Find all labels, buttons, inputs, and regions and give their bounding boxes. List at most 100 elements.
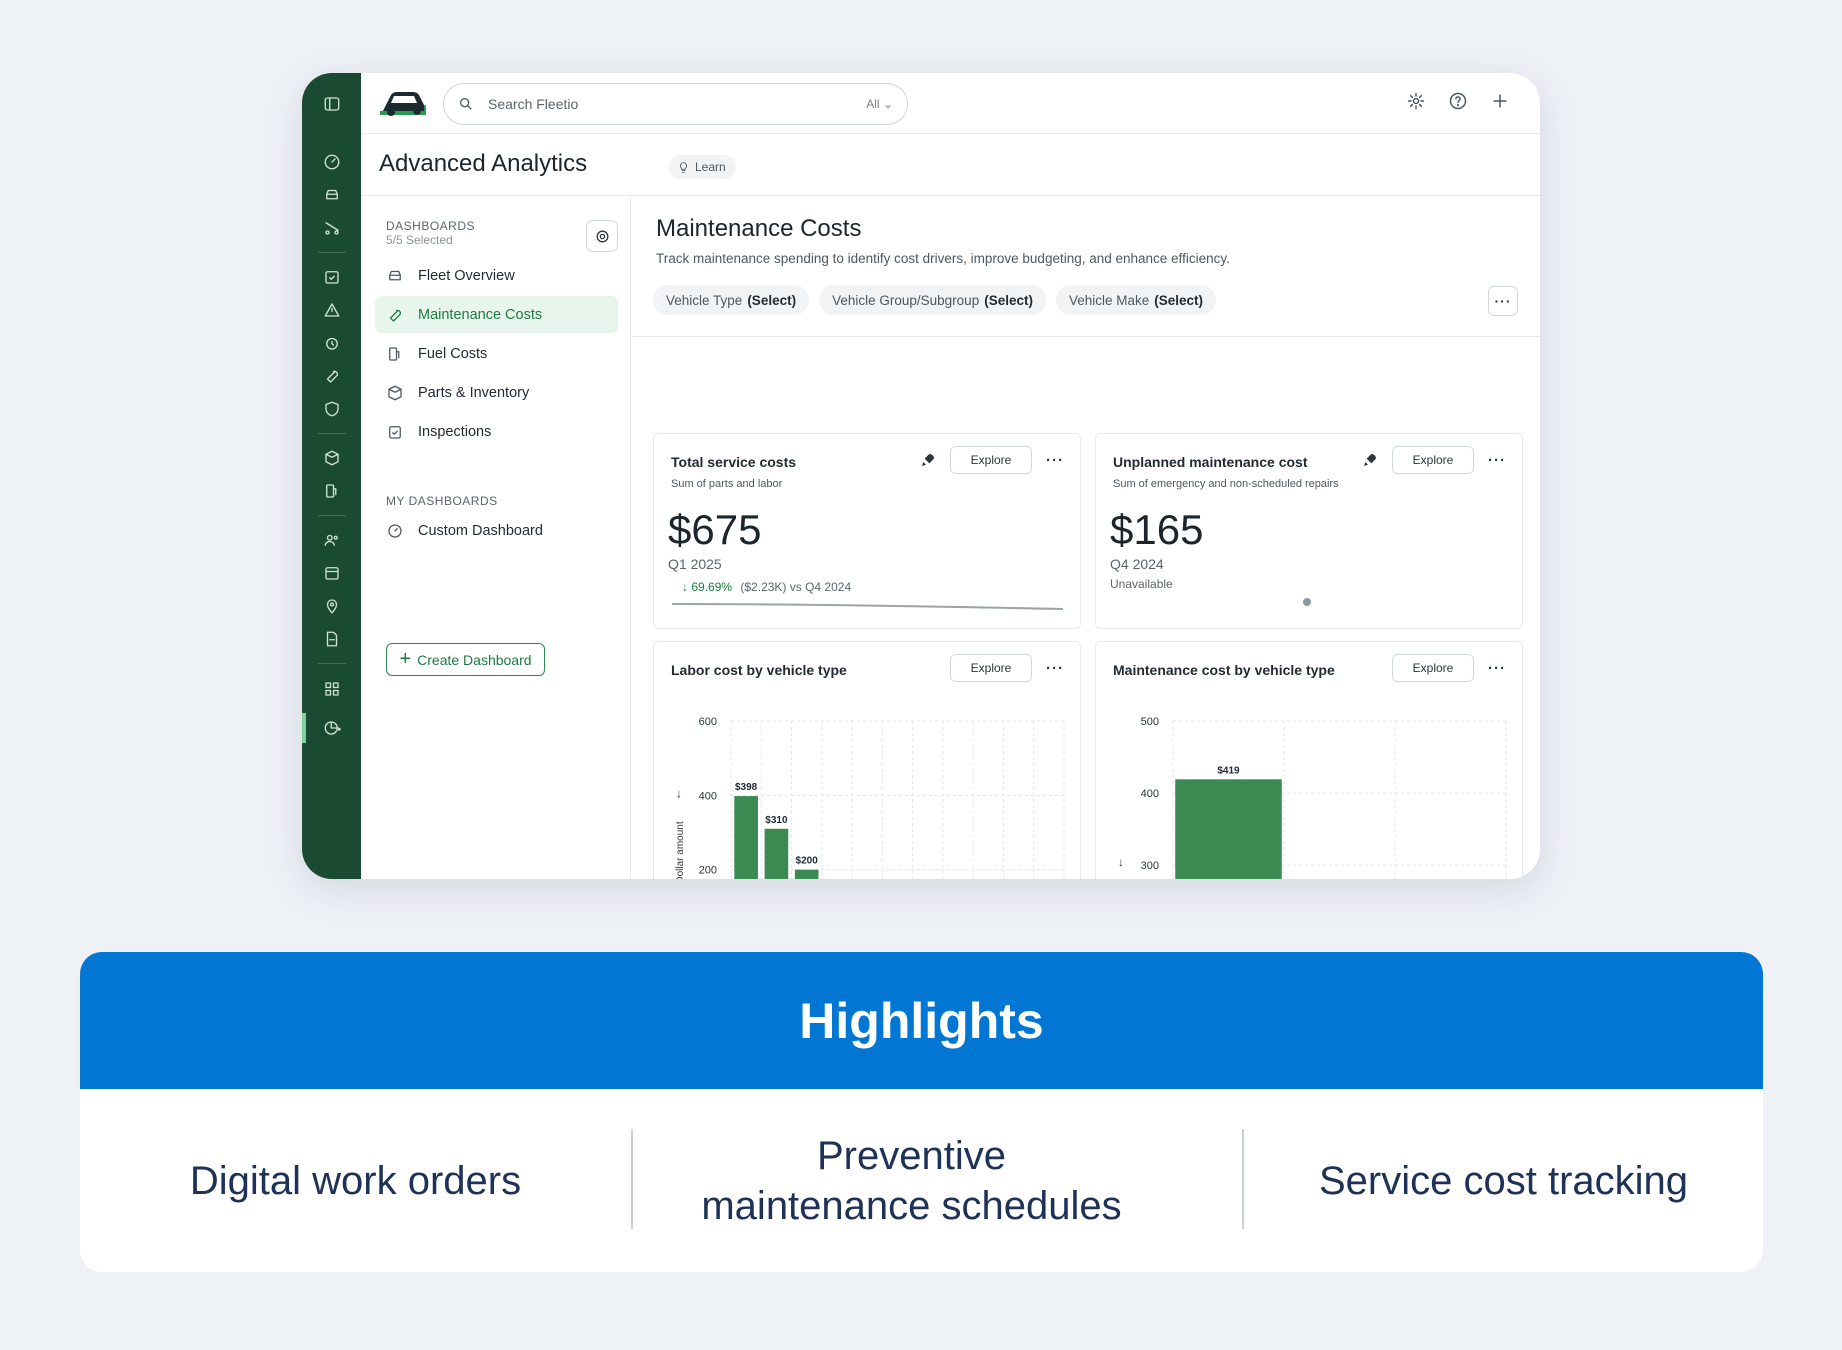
explore-button[interactable]: Explore [1392,654,1474,682]
filter-value: (Select) [747,292,797,308]
trend-comparison: ($2.23K) vs Q4 2024 [740,580,852,594]
main-content: Maintenance Costs Track maintenance spen… [631,196,1540,879]
add-icon[interactable] [1490,91,1510,111]
nav-item-label: Inspections [418,423,492,440]
vehicle-icon[interactable] [317,180,347,210]
fuel-pump-icon[interactable] [317,476,347,506]
location-pin-icon[interactable] [317,591,347,621]
gauge-icon [388,523,402,538]
dashboard-description: Track maintenance spending to identify c… [656,251,1230,266]
page-title: Advanced Analytics [379,150,588,177]
active-indicator [302,713,306,743]
warning-icon[interactable] [317,295,347,325]
card-subtitle: Sum of emergency and non-scheduled repai… [1113,478,1339,490]
sort-arrow-icon: ↓ [1118,855,1124,869]
explore-button[interactable]: Explore [950,654,1032,682]
card-title: Maintenance cost by vehicle type [1113,662,1335,678]
data-label: $398 [735,782,758,793]
search-bar[interactable]: Search Fleetio All ⌄ [443,83,908,125]
trend-down-arrow-icon: ↓ [682,580,688,594]
bar [764,828,789,879]
y-tick-label: 400 [699,790,717,802]
bar [734,796,758,879]
nav-item-custom-dashboard[interactable]: Custom Dashboard [375,512,618,549]
search-placeholder: Search Fleetio [488,96,579,112]
highlights-title: Highlights [799,992,1044,1049]
filter-value: (Select) [1154,292,1204,308]
card-menu-icon[interactable]: ··· [1046,452,1064,469]
calendar-check-icon[interactable] [317,262,347,292]
filter-value: (Select) [984,292,1033,308]
box-icon[interactable] [317,443,347,473]
create-dashboard-button[interactable]: + Create Dashboard [386,643,545,676]
search-icon [460,98,472,110]
maintenance-cost-chart-card: Maintenance cost by vehicle type Explore… [1095,641,1523,879]
bar [1175,779,1282,879]
dashboards-selected-count: 5/5 Selected [386,233,453,247]
filter-vehicle-type[interactable]: Vehicle Type (Select) [653,285,810,315]
search-scope-dropdown[interactable]: All ⌄ [866,97,893,111]
nav-item-label: Maintenance Costs [418,306,543,323]
filter-vehicle-make[interactable]: Vehicle Make (Select) [1055,285,1217,315]
kpi-value: $165 [1110,506,1204,553]
users-icon[interactable] [317,525,347,555]
analytics-pie-icon[interactable] [317,713,347,743]
dashboards-settings-button[interactable] [586,220,618,252]
card-menu-icon[interactable]: ··· [1046,660,1064,677]
trend-dot [1303,598,1311,606]
labor-cost-chart-card: Labor cost by vehicle type Explore ··· 0… [653,641,1081,879]
data-label: $200 [796,856,819,867]
gear-icon [596,230,608,242]
filter-vehicle-group[interactable]: Vehicle Group/Subgroup (Select) [819,285,1046,315]
nav-item-fleet-overview[interactable]: Fleet Overview [375,257,618,294]
sort-arrow-icon: ↓ [676,787,682,801]
kpi-period: Q4 2024 [1110,556,1164,572]
learn-button[interactable]: Learn [669,155,736,179]
nav-item-label: Custom Dashboard [418,522,543,539]
apps-grid-icon[interactable] [317,674,347,704]
explore-button[interactable]: Explore [1392,446,1474,474]
card-subtitle: Sum of parts and labor [671,478,783,490]
rocket-icon[interactable] [920,452,936,468]
clipboard-check-icon [389,425,401,439]
filter-bar: Vehicle Type (Select) Vehicle Group/Subgr… [653,285,1217,315]
y-tick-label: 300 [1141,860,1159,872]
top-bar: Search Fleetio All ⌄ [361,73,1540,134]
kpi-value: $675 [668,506,762,553]
dashboard-icon[interactable] [317,147,347,177]
shield-icon[interactable] [317,394,347,424]
alarm-icon[interactable] [317,328,347,358]
nav-item-label: Fuel Costs [418,345,488,362]
filter-label: Vehicle Group/Subgroup [832,292,980,308]
trend-percent: 69.69% [691,580,733,594]
box-icon [388,385,402,400]
rocket-icon[interactable] [1362,452,1378,468]
nav-item-parts-inventory[interactable]: Parts & Inventory [375,374,618,411]
card-title: Total service costs [671,454,797,470]
dashboards-heading: DASHBOARDS [386,219,476,233]
sidebar-toggle-icon[interactable] [317,89,347,119]
dashboard-title: Maintenance Costs [656,215,862,242]
nav-item-label: Parts & Inventory [418,384,530,401]
nav-item-inspections[interactable]: Inspections [375,413,618,450]
card-menu-icon[interactable]: ··· [1488,452,1506,469]
more-options-button[interactable]: ··· [1488,286,1518,316]
nav-item-maintenance-costs[interactable]: Maintenance Costs [375,296,618,333]
data-label: $310 [765,815,788,826]
explore-button[interactable]: Explore [950,446,1032,474]
sparkline [671,603,1064,610]
fleetio-logo[interactable] [377,85,431,121]
document-icon[interactable] [317,624,347,654]
card-menu-icon[interactable]: ··· [1488,660,1506,677]
nav-item-fuel-costs[interactable]: Fuel Costs [375,335,618,372]
y-tick-label: 600 [699,716,717,728]
route-icon[interactable] [317,213,347,243]
wrench-icon[interactable] [317,361,347,391]
settings-gear-icon[interactable] [1406,91,1426,111]
help-icon[interactable] [1448,91,1468,111]
store-icon[interactable] [317,558,347,588]
wrench-icon [389,309,401,322]
kpi-period: Q1 2025 [668,556,722,572]
highlight-line-2: maintenance schedules [701,1183,1122,1228]
bar [794,869,819,879]
